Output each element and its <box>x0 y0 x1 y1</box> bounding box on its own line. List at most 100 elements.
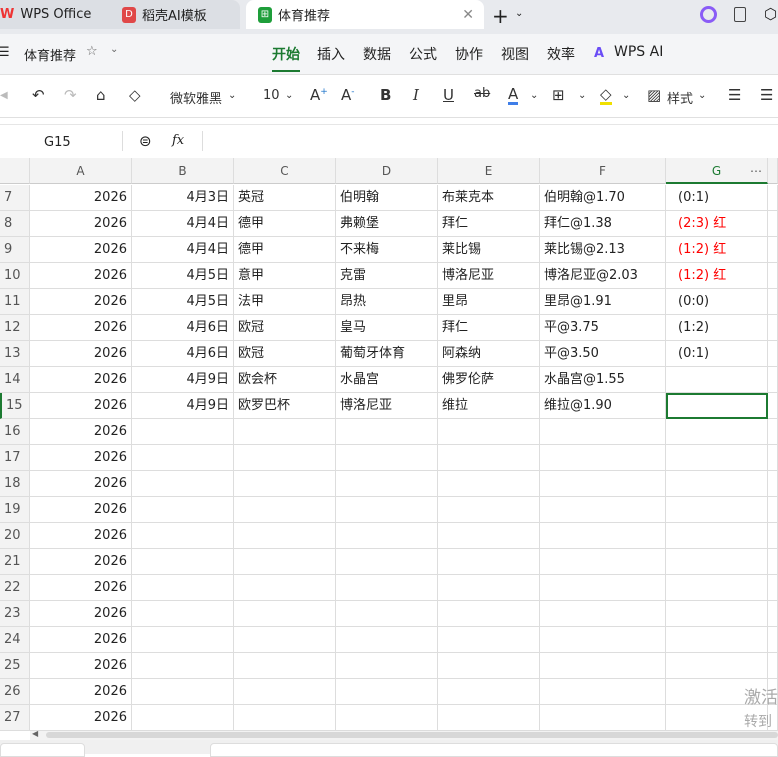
cell-H16[interactable] <box>768 419 778 445</box>
cell-D19[interactable] <box>336 497 438 523</box>
row-header[interactable]: 8 <box>0 211 30 237</box>
strikethrough-icon[interactable]: ab <box>474 86 490 101</box>
cell-C15[interactable]: 欧罗巴杯 <box>234 393 336 419</box>
cell-F10[interactable]: 博洛尼亚@2.03 <box>540 263 666 289</box>
cell-B12[interactable]: 4月6日 <box>132 315 234 341</box>
cell-C14[interactable]: 欧会杯 <box>234 367 336 393</box>
cell-D22[interactable] <box>336 575 438 601</box>
cell-F12[interactable]: 平@3.75 <box>540 315 666 341</box>
tab-sports[interactable]: ⊞ 体育推荐 ✕ <box>246 0 484 29</box>
cell-H11[interactable] <box>768 289 778 315</box>
row-header[interactable]: 26 <box>0 679 30 705</box>
font-size-select[interactable]: 10 <box>263 88 280 103</box>
row-header[interactable]: 23 <box>0 601 30 627</box>
chevron-down-icon[interactable]: ⌄ <box>578 90 586 101</box>
cell-H23[interactable] <box>768 601 778 627</box>
chevron-down-icon[interactable]: ⌄ <box>285 90 293 101</box>
cell-C20[interactable] <box>234 523 336 549</box>
cell-G14[interactable] <box>666 367 768 393</box>
window-icon[interactable] <box>734 7 746 22</box>
cell-D9[interactable]: 不来梅 <box>336 237 438 263</box>
cell-G20[interactable] <box>666 523 768 549</box>
menu-collab[interactable]: 协作 <box>455 44 483 64</box>
cell-F24[interactable] <box>540 627 666 653</box>
cell-G12[interactable]: (1:2) <box>666 315 768 341</box>
column-header-B[interactable]: B <box>132 158 234 184</box>
horizontal-scrollbar[interactable]: ◀ <box>30 729 778 740</box>
cell-E24[interactable] <box>438 627 540 653</box>
decrease-font-icon[interactable]: A- <box>341 86 355 104</box>
cell-H12[interactable] <box>768 315 778 341</box>
cell-A24[interactable]: 2026 <box>30 627 132 653</box>
align-center-icon[interactable]: ☰ <box>760 86 773 104</box>
cell-A27[interactable]: 2026 <box>30 705 132 731</box>
cell-E16[interactable] <box>438 419 540 445</box>
row-header[interactable]: 18 <box>0 471 30 497</box>
cell-D23[interactable] <box>336 601 438 627</box>
cell-C19[interactable] <box>234 497 336 523</box>
cell-H22[interactable] <box>768 575 778 601</box>
cell-A23[interactable]: 2026 <box>30 601 132 627</box>
row-header[interactable]: 11 <box>0 289 30 315</box>
cell-B11[interactable]: 4月5日 <box>132 289 234 315</box>
fx-icon[interactable]: fx <box>172 133 184 148</box>
cell-F20[interactable] <box>540 523 666 549</box>
cell-G25[interactable] <box>666 653 768 679</box>
cell-C10[interactable]: 意甲 <box>234 263 336 289</box>
cell-F27[interactable] <box>540 705 666 731</box>
cell-D20[interactable] <box>336 523 438 549</box>
cell-A25[interactable]: 2026 <box>30 653 132 679</box>
cell-E11[interactable]: 里昂 <box>438 289 540 315</box>
cell-G11[interactable]: (0:0) <box>666 289 768 315</box>
cell-F16[interactable] <box>540 419 666 445</box>
cell-E19[interactable] <box>438 497 540 523</box>
cell-A22[interactable]: 2026 <box>30 575 132 601</box>
cell-F17[interactable] <box>540 445 666 471</box>
cell-F11[interactable]: 里昂@1.91 <box>540 289 666 315</box>
cell-E25[interactable] <box>438 653 540 679</box>
bold-icon[interactable]: B <box>380 86 391 104</box>
cell-E14[interactable]: 佛罗伦萨 <box>438 367 540 393</box>
cell-G19[interactable] <box>666 497 768 523</box>
cell-F8[interactable]: 拜仁@1.38 <box>540 211 666 237</box>
cell-G16[interactable] <box>666 419 768 445</box>
column-header-E[interactable]: E <box>438 158 540 184</box>
close-icon[interactable]: ✕ <box>462 7 474 23</box>
cell-H18[interactable] <box>768 471 778 497</box>
cell-C11[interactable]: 法甲 <box>234 289 336 315</box>
column-header-F[interactable]: F <box>540 158 666 184</box>
increase-font-icon[interactable]: A+ <box>310 86 328 104</box>
cell-B24[interactable] <box>132 627 234 653</box>
cell-F23[interactable] <box>540 601 666 627</box>
cell-E7[interactable]: 布莱克本 <box>438 185 540 211</box>
cell-A17[interactable]: 2026 <box>30 445 132 471</box>
chevron-down-icon[interactable]: ⌄ <box>110 44 118 55</box>
cell-A9[interactable]: 2026 <box>30 237 132 263</box>
cell-A12[interactable]: 2026 <box>30 315 132 341</box>
cell-H8[interactable] <box>768 211 778 237</box>
row-header[interactable]: 9 <box>0 237 30 263</box>
cell-G10[interactable]: (1:2) 红 <box>666 263 768 289</box>
cell-D25[interactable] <box>336 653 438 679</box>
cell-C25[interactable] <box>234 653 336 679</box>
select-all-corner[interactable] <box>0 158 30 184</box>
cell-B23[interactable] <box>132 601 234 627</box>
cell-C23[interactable] <box>234 601 336 627</box>
border-icon[interactable]: ⊞ <box>552 86 565 104</box>
cell-A11[interactable]: 2026 <box>30 289 132 315</box>
scrollbar-thumb[interactable] <box>46 732 778 738</box>
cell-A21[interactable]: 2026 <box>30 549 132 575</box>
cell-F7[interactable]: 伯明翰@1.70 <box>540 185 666 211</box>
cell-A14[interactable]: 2026 <box>30 367 132 393</box>
hamburger-icon[interactable]: ☰ <box>0 45 10 60</box>
row-header[interactable]: 17 <box>0 445 30 471</box>
cell-B27[interactable] <box>132 705 234 731</box>
more-icon[interactable]: ⋯ <box>746 158 766 184</box>
new-tab-icon[interactable]: + <box>492 4 509 28</box>
cell-C9[interactable]: 德甲 <box>234 237 336 263</box>
ai-avatar-icon[interactable] <box>700 6 717 23</box>
star-icon[interactable]: ☆ <box>86 44 98 59</box>
cell-D7[interactable]: 伯明翰 <box>336 185 438 211</box>
menu-formula[interactable]: 公式 <box>409 44 437 64</box>
cell-E18[interactable] <box>438 471 540 497</box>
